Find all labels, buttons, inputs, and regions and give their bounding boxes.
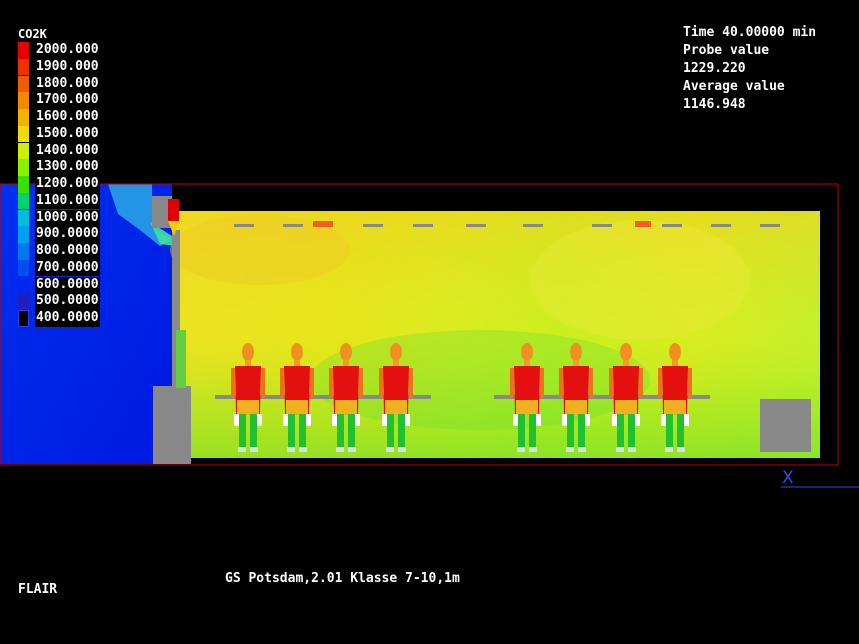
legend-item: 1100.000 bbox=[18, 192, 118, 210]
heater-box bbox=[168, 199, 179, 221]
legend-swatch bbox=[18, 176, 29, 193]
legend-swatch bbox=[18, 58, 29, 76]
legend-label: 1200.000 bbox=[35, 176, 100, 193]
average-label: Average value bbox=[683, 79, 785, 94]
legend-label: 1400.000 bbox=[35, 142, 100, 160]
legend-swatch bbox=[18, 243, 29, 260]
average-value: 1146.948 bbox=[683, 97, 746, 112]
legend-label: 1000.000 bbox=[35, 209, 100, 227]
legend-label: 1900.000 bbox=[35, 58, 100, 76]
legend-label: 1100.000 bbox=[35, 192, 100, 210]
legend-label: 900.0000 bbox=[35, 226, 100, 243]
probe-value: 1229.220 bbox=[683, 61, 746, 76]
legend-swatch bbox=[18, 142, 29, 160]
legend-item: 500.0000 bbox=[18, 293, 118, 310]
legend-swatch bbox=[18, 226, 29, 243]
legend-item: 600.0000 bbox=[18, 276, 118, 294]
legend-item: 1000.000 bbox=[18, 209, 118, 227]
legend-swatch bbox=[18, 192, 29, 210]
case-caption: GS Potsdam,2.01 Klasse 7-10,1m bbox=[225, 571, 460, 586]
time-readout: Time 40.00000 min bbox=[683, 25, 817, 40]
legend-item: 400.0000 bbox=[18, 310, 118, 327]
legend-swatch bbox=[18, 109, 29, 126]
legend-swatch bbox=[18, 42, 29, 59]
legend-swatch bbox=[18, 276, 29, 294]
legend-swatch bbox=[18, 209, 29, 227]
legend-title: CO2K bbox=[18, 27, 47, 41]
legend-label: 1300.000 bbox=[35, 159, 100, 176]
legend-item: 1300.000 bbox=[18, 159, 118, 176]
brand-label: FLAIR bbox=[18, 582, 58, 597]
probe-label: Probe value bbox=[683, 43, 770, 58]
axis-marker: X bbox=[782, 468, 794, 488]
legend-label: 1600.000 bbox=[35, 109, 100, 126]
legend-swatch bbox=[18, 310, 29, 327]
legend-swatch bbox=[18, 293, 29, 310]
legend-item: 1400.000 bbox=[18, 142, 118, 160]
legend-label: 400.0000 bbox=[35, 310, 100, 327]
legend-swatch bbox=[18, 159, 29, 176]
legend-label: 600.0000 bbox=[35, 276, 100, 294]
legend-item: 700.0000 bbox=[18, 259, 118, 277]
window-wall-lower bbox=[153, 386, 191, 464]
legend-label: 700.0000 bbox=[35, 259, 100, 277]
legend-swatch bbox=[18, 75, 29, 93]
cabinet bbox=[760, 399, 811, 452]
legend-label: 1700.000 bbox=[35, 92, 100, 109]
legend-swatch bbox=[18, 125, 29, 143]
legend-item: 1600.000 bbox=[18, 109, 118, 126]
legend-label: 1800.000 bbox=[35, 75, 100, 93]
legend-label: 800.0000 bbox=[35, 243, 100, 260]
legend-label: 2000.000 bbox=[35, 42, 100, 59]
legend-item: 900.0000 bbox=[18, 226, 118, 243]
legend-label: 1500.000 bbox=[35, 125, 100, 143]
legend-item: 2000.000 bbox=[18, 42, 118, 59]
legend-item: 800.0000 bbox=[18, 243, 118, 260]
info-panel: Time 40.00000 min Probe value 1229.220 A… bbox=[683, 24, 816, 114]
legend-swatch bbox=[18, 259, 29, 277]
legend-item: 1500.000 bbox=[18, 125, 118, 143]
legend-swatch bbox=[18, 92, 29, 109]
legend-label: 500.0000 bbox=[35, 293, 100, 310]
legend-item: 1700.000 bbox=[18, 92, 118, 109]
legend-item: 1200.000 bbox=[18, 176, 118, 193]
legend-item: 1900.000 bbox=[18, 58, 118, 76]
legend-item: 1800.000 bbox=[18, 75, 118, 93]
